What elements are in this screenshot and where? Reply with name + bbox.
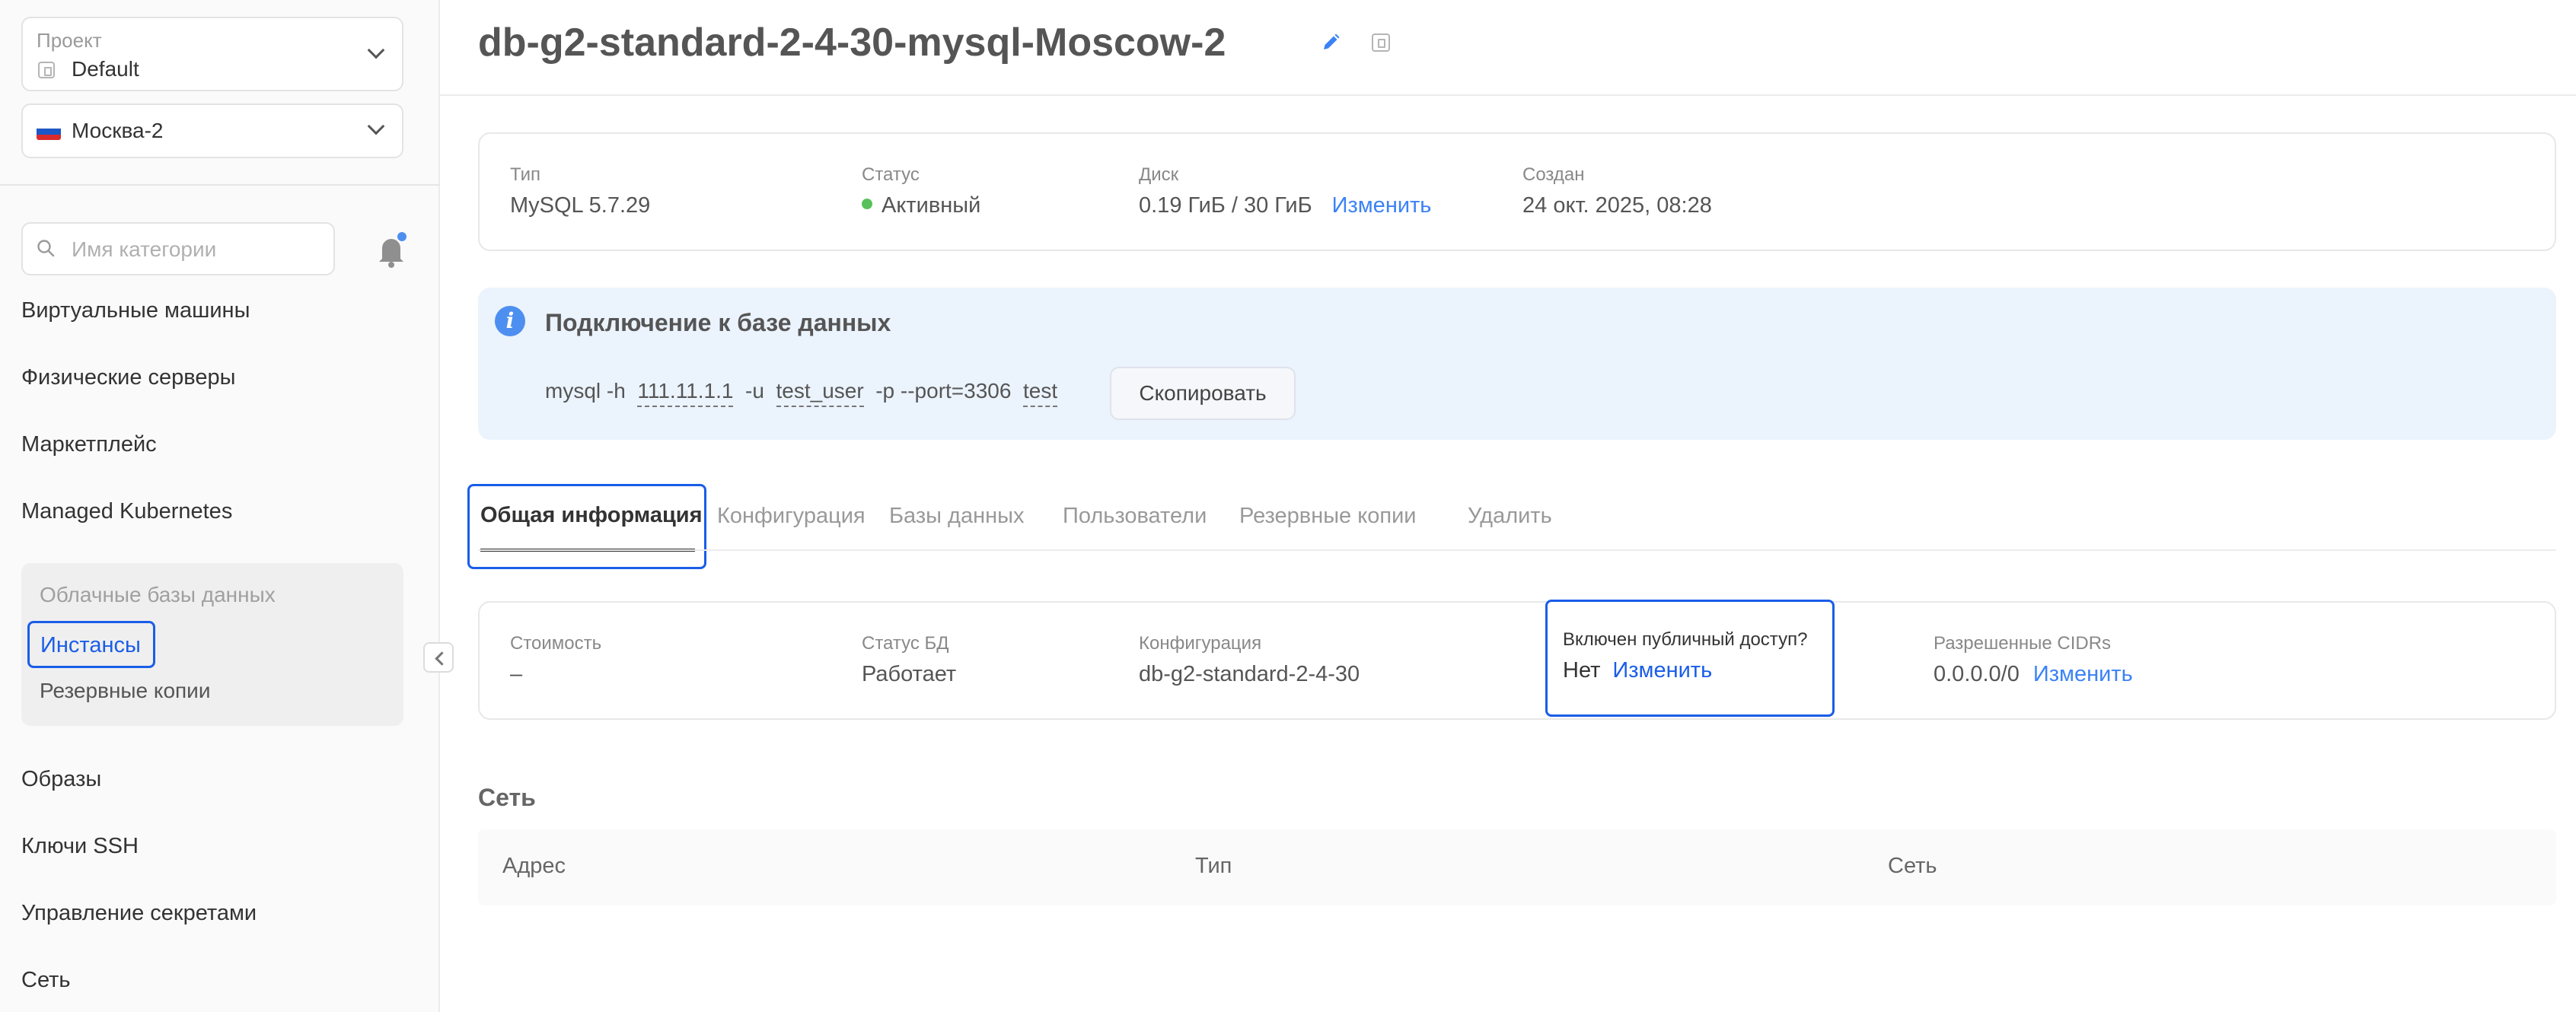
column-header-network: Сеть xyxy=(1888,854,1937,878)
cidrs-label: Разрешенные CIDRs xyxy=(1934,633,2112,654)
created-field: Создан 24 окт. 2025, 08:28 xyxy=(1522,164,1712,218)
cmd-prefix: mysql -h xyxy=(545,379,626,403)
copy-button[interactable]: Скопировать xyxy=(1110,367,1296,420)
russia-flag-icon xyxy=(37,123,61,140)
main-content: db-g2-standard-2-4-30-mysql-Moscow-2 Тип… xyxy=(440,0,2576,1012)
tab-general-info-label: Общая информация xyxy=(480,503,703,527)
sidebar-item-virtual-machines[interactable]: Виртуальные машины xyxy=(21,298,250,323)
chevron-down-icon xyxy=(367,117,385,135)
project-select-caption: Проект xyxy=(37,29,102,52)
disk-label: Диск xyxy=(1139,164,1179,185)
sidebar-item-images[interactable]: Образы xyxy=(21,767,101,792)
created-value: 24 окт. 2025, 08:28 xyxy=(1522,193,1712,218)
cidrs-change-link[interactable]: Изменить xyxy=(2033,662,2133,686)
sidebar-item-ssh-keys[interactable]: Ключи SSH xyxy=(21,834,139,859)
cidrs-value: 0.0.0.0/0 xyxy=(1934,662,2020,686)
column-header-type: Тип xyxy=(1195,854,1232,878)
config-value: db-g2-standard-2-4-30 xyxy=(1139,662,1360,686)
cmd-user[interactable]: test_user xyxy=(776,379,864,407)
general-info-card: Стоимость – Статус БД Работает Конфигура… xyxy=(478,600,2556,720)
db-status-value: Работает xyxy=(862,662,957,686)
cost-label: Стоимость xyxy=(510,633,602,654)
info-icon: i xyxy=(495,306,525,336)
search-icon xyxy=(37,240,55,257)
page-title: db-g2-standard-2-4-30-mysql-Moscow-2 xyxy=(478,21,1226,65)
sidebar: Проект Default Москва-2 Виртуальные маши… xyxy=(0,0,440,1012)
region-select[interactable]: Москва-2 xyxy=(21,103,403,158)
project-select[interactable]: Проект Default xyxy=(21,17,403,91)
status-dot-icon xyxy=(862,199,872,210)
category-search xyxy=(21,222,335,275)
tab-backups[interactable]: Резервные копии xyxy=(1239,504,1416,529)
disk-value: 0.19 ГиБ / 30 ГиБ xyxy=(1139,193,1312,218)
created-label: Создан xyxy=(1522,164,1585,185)
chevron-down-icon xyxy=(367,41,385,59)
cmd-user-flag: -u xyxy=(745,379,764,403)
type-field: Тип MySQL 5.7.29 xyxy=(510,164,650,218)
cmd-db[interactable]: test xyxy=(1023,379,1058,407)
sidebar-divider xyxy=(0,184,440,186)
status-field: Статус Активный xyxy=(862,164,980,218)
header-divider xyxy=(440,94,2576,96)
region-select-value: Москва-2 xyxy=(72,119,164,142)
sidebar-item-instances-label: Инстансы xyxy=(40,633,141,657)
tab-users[interactable]: Пользователи xyxy=(1063,504,1207,529)
project-select-value: Default xyxy=(72,57,139,81)
db-status-field: Статус БД Работает xyxy=(862,633,956,687)
network-table-header: Адрес Тип Сеть xyxy=(478,829,2556,905)
type-value: MySQL 5.7.29 xyxy=(510,193,651,218)
cost-value: – xyxy=(510,662,523,686)
tab-databases[interactable]: Базы данных xyxy=(889,504,1024,529)
config-field: Конфигурация db-g2-standard-2-4-30 xyxy=(1139,633,1360,687)
sidebar-item-secrets[interactable]: Управление секретами xyxy=(21,901,257,926)
sidebar-item-marketplace[interactable]: Маркетплейс xyxy=(21,432,157,457)
cmd-port: -p --port=3306 xyxy=(875,379,1012,403)
disk-change-link[interactable]: Изменить xyxy=(1332,193,1432,218)
sidebar-item-network[interactable]: Сеть xyxy=(21,968,71,993)
status-value: Активный xyxy=(882,193,981,218)
status-label: Статус xyxy=(862,164,920,185)
column-header-address: Адрес xyxy=(502,854,566,878)
tab-configuration[interactable]: Конфигурация xyxy=(717,504,866,529)
public-access-field: Включен публичный доступ? Нет Изменить xyxy=(1545,600,1835,717)
public-access-label: Включен публичный доступ? xyxy=(1563,629,1808,650)
db-connection-panel: i Подключение к базе данных mysql -h 111… xyxy=(478,288,2556,440)
cmd-host[interactable]: 111.11.1.1 xyxy=(637,379,734,407)
instance-summary-card: Тип MySQL 5.7.29 Статус Активный Диск 0.… xyxy=(478,132,2556,251)
pencil-icon[interactable] xyxy=(1320,32,1341,53)
connection-title: Подключение к базе данных xyxy=(545,309,891,336)
sidebar-item-instances[interactable]: Инстансы xyxy=(27,621,155,668)
tabs: Общая информация Конфигурация Базы данны… xyxy=(467,484,2556,569)
db-status-label: Статус БД xyxy=(862,633,949,654)
tabs-divider xyxy=(478,549,2556,551)
disk-field: Диск 0.19 ГиБ / 30 ГиБ Изменить xyxy=(1139,164,1431,218)
sidebar-item-physical-servers[interactable]: Физические серверы xyxy=(21,365,236,390)
public-access-change-link[interactable]: Изменить xyxy=(1612,658,1712,683)
config-label: Конфигурация xyxy=(1139,633,1262,654)
tab-delete[interactable]: Удалить xyxy=(1468,504,1552,529)
cost-field: Стоимость – xyxy=(510,633,601,687)
public-access-value: Нет xyxy=(1563,658,1601,683)
tab-general-info[interactable]: Общая информация xyxy=(467,484,706,569)
sidebar-item-managed-kubernetes[interactable]: Managed Kubernetes xyxy=(21,499,232,524)
sidebar-item-db-backups[interactable]: Резервные копии xyxy=(40,679,210,703)
category-search-input[interactable] xyxy=(72,233,323,266)
project-id-icon xyxy=(38,62,55,78)
sidebar-section-cloud-databases[interactable]: Облачные базы данных xyxy=(40,583,276,607)
bell-icon[interactable] xyxy=(376,230,410,269)
connection-command: mysql -h 111.11.1.1 -u test_user -p --po… xyxy=(545,379,1058,407)
id-icon[interactable] xyxy=(1372,33,1390,52)
type-label: Тип xyxy=(510,164,541,185)
cloud-databases-group: Облачные базы данных Инстансы Резервные … xyxy=(21,563,403,726)
network-section-title: Сеть xyxy=(478,784,536,811)
cidrs-field: Разрешенные CIDRs 0.0.0.0/0 Изменить xyxy=(1934,633,2133,687)
